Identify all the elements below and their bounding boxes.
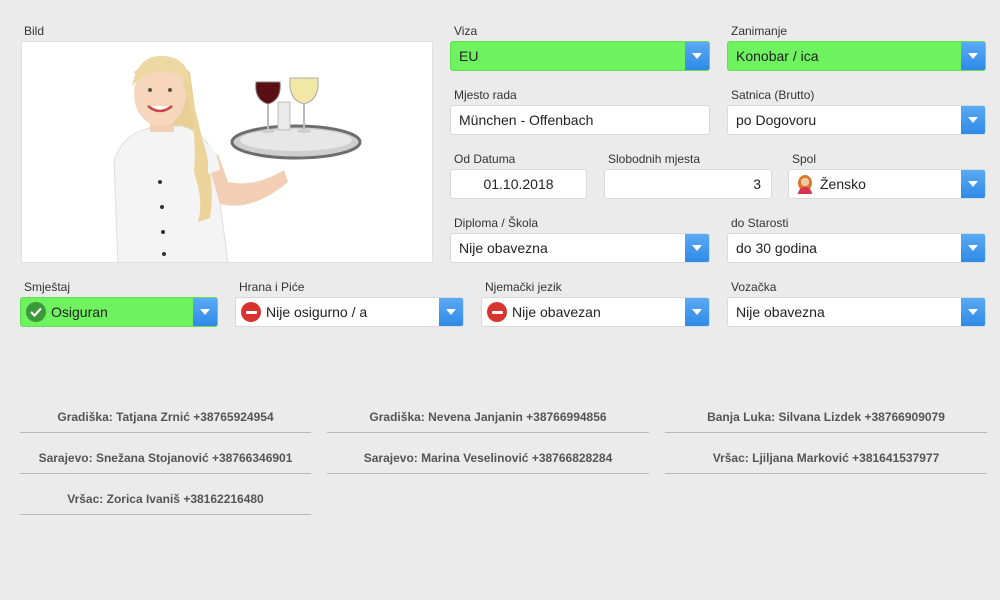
mjesto-rada-value: München - Offenbach: [459, 112, 594, 128]
check-circle-icon: [26, 302, 46, 322]
satnica-label: Satnica (Brutto): [731, 88, 815, 102]
od-datuma-field[interactable]: 01.10.2018: [450, 169, 587, 199]
contact-item: Gradiška: Tatjana Zrnić +38765924954: [20, 411, 311, 433]
job-photo: [21, 41, 433, 263]
chevron-down-icon[interactable]: [961, 170, 985, 198]
no-entry-icon: [487, 302, 507, 322]
chevron-down-icon[interactable]: [961, 106, 985, 134]
chevron-down-icon[interactable]: [439, 298, 463, 326]
zanimanje-label: Zanimanje: [731, 24, 788, 38]
smjestaj-value: Osiguran: [51, 304, 108, 320]
od-datuma-label: Od Datuma: [454, 152, 516, 166]
zanimanje-value: Konobar / ica: [736, 48, 819, 64]
hrana-value: Nije osigurno / a: [266, 304, 368, 320]
chevron-down-icon[interactable]: [961, 42, 985, 70]
chevron-down-icon[interactable]: [961, 298, 985, 326]
no-entry-icon: [241, 302, 261, 322]
contact-item: Sarajevo: Snežana Stojanović +3876634690…: [20, 452, 311, 474]
mjesto-rada-field[interactable]: München - Offenbach: [450, 105, 710, 135]
mjesto-rada-label: Mjesto rada: [454, 88, 517, 102]
chevron-down-icon[interactable]: [193, 298, 217, 326]
njemacki-select[interactable]: Nije obavezan: [481, 297, 710, 327]
chevron-down-icon[interactable]: [685, 234, 709, 262]
slobodnih-mjesta-field[interactable]: 3: [604, 169, 772, 199]
satnica-value: po Dogovoru: [736, 112, 817, 128]
satnica-select[interactable]: po Dogovoru: [727, 105, 986, 135]
diploma-label: Diploma / Škola: [454, 216, 539, 230]
vozacka-label: Vozačka: [731, 280, 777, 294]
viza-select[interactable]: EU: [450, 41, 710, 71]
female-avatar-icon: [798, 175, 812, 194]
smjestaj-label: Smještaj: [24, 280, 71, 294]
spol-label: Spol: [792, 152, 817, 166]
chevron-down-icon[interactable]: [685, 42, 709, 70]
slobodnih-mjesta-value: 3: [753, 176, 761, 192]
zanimanje-select[interactable]: Konobar / ica: [727, 41, 986, 71]
diploma-select[interactable]: Nije obavezna: [450, 233, 710, 263]
njemacki-label: Njemački jezik: [485, 280, 562, 294]
chevron-down-icon[interactable]: [961, 234, 985, 262]
vozacka-select[interactable]: Nije obavezna: [727, 297, 986, 327]
viza-label: Viza: [454, 24, 478, 38]
njemacki-value: Nije obavezan: [512, 304, 601, 320]
od-datuma-value: 01.10.2018: [483, 176, 554, 192]
vozacka-value: Nije obavezna: [736, 304, 825, 320]
contact-item: Sarajevo: Marina Veselinović +3876682828…: [327, 452, 649, 474]
hrana-select[interactable]: Nije osigurno / a: [235, 297, 464, 327]
contact-item: Banja Luka: Silvana Lizdek +38766909079: [665, 411, 987, 433]
do-starosti-select[interactable]: do 30 godina: [727, 233, 986, 263]
viza-value: EU: [459, 48, 479, 64]
contact-item: Vršac: Zorica Ivaniš +38162216480: [20, 493, 311, 515]
spol-select[interactable]: Žensko: [788, 169, 986, 199]
smjestaj-select[interactable]: Osiguran: [20, 297, 218, 327]
waitress-image: [22, 42, 432, 262]
hrana-label: Hrana i Piće: [239, 280, 305, 294]
contact-item: Vršac: Ljiljana Marković +381641537977: [665, 452, 987, 474]
do-starosti-value: do 30 godina: [736, 240, 817, 256]
diploma-value: Nije obavezna: [459, 240, 548, 256]
contact-item: Gradiška: Nevena Janjanin +38766994856: [327, 411, 649, 433]
chevron-down-icon[interactable]: [685, 298, 709, 326]
spol-value: Žensko: [820, 176, 866, 192]
do-starosti-label: do Starosti: [731, 216, 789, 230]
slobodnih-mjesta-label: Slobodnih mjesta: [608, 152, 701, 166]
photo-label: Bild: [24, 24, 45, 38]
